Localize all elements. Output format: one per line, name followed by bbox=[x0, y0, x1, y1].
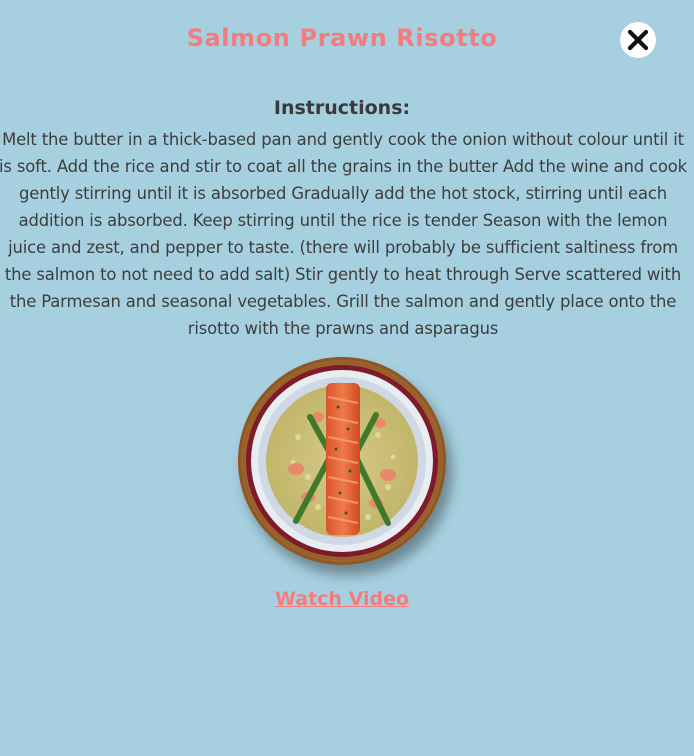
recipe-title: Salmon Prawn Risotto bbox=[186, 24, 498, 52]
dish-image bbox=[238, 357, 446, 565]
close-button[interactable] bbox=[620, 22, 656, 58]
instructions-heading: Instructions: bbox=[273, 97, 411, 119]
close-icon bbox=[627, 29, 649, 51]
recipe-modal: Salmon Prawn Risotto Instructions: Melt … bbox=[0, 0, 694, 756]
watch-video-link[interactable]: Watch Video bbox=[0, 588, 684, 610]
instructions-text: Melt the butter in a thick-based pan and… bbox=[0, 130, 687, 338]
